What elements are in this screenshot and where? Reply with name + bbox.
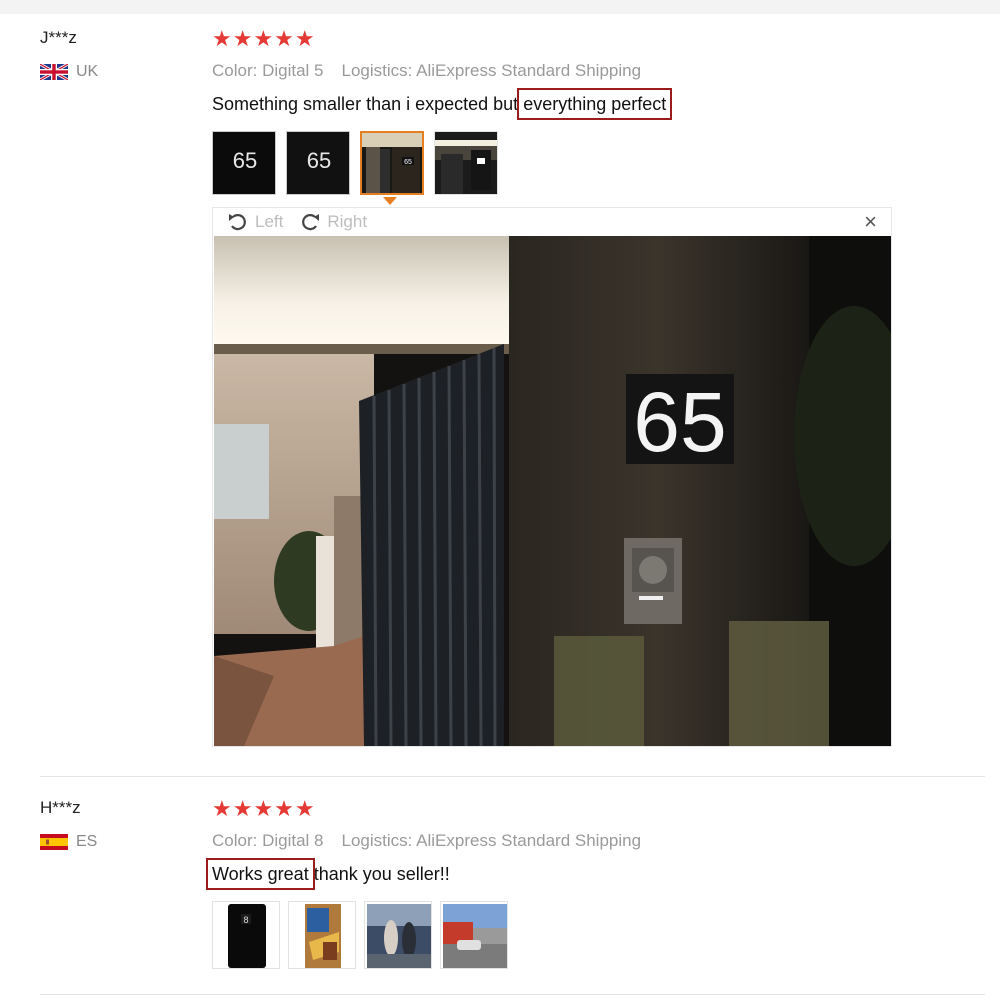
review-text-part: thank you seller!!	[308, 864, 450, 884]
uk-flag-icon	[40, 64, 68, 80]
review-photo-large: 65	[214, 236, 891, 746]
star-rating: ★★★★★	[212, 26, 316, 51]
thumbnail-number: 65	[233, 148, 257, 173]
review-photo-thumbnail[interactable]: 8	[212, 901, 280, 969]
review-meta: Color: Digital 8 Logistics: AliExpress St…	[212, 831, 641, 851]
review-photo-thumbnail[interactable]: 65	[212, 131, 276, 195]
thumbnail-number: 65	[307, 148, 331, 173]
spain-flag-icon	[40, 834, 68, 850]
reviewer-country: ES	[40, 833, 97, 851]
highlighted-phrase: Works great	[206, 858, 315, 890]
country-code: ES	[76, 833, 98, 850]
review-photo-thumbnail[interactable]	[364, 901, 432, 969]
star-rating: ★★★★★	[212, 796, 316, 821]
review-photo-thumbnails: 65 65 65	[212, 131, 498, 195]
top-divider	[0, 0, 1000, 14]
reviewer-name: H***z	[40, 798, 81, 817]
illuminated-house-number: 65	[633, 375, 726, 469]
review-photo-thumbnail[interactable]: 65	[286, 131, 350, 195]
review-text: Works great thank you seller!!	[206, 858, 450, 890]
review-divider	[40, 776, 985, 777]
reviewer-name: J***z	[40, 28, 77, 47]
logistics-info: Logistics: AliExpress Standard Shipping	[341, 61, 642, 80]
review-divider	[40, 994, 985, 995]
close-viewer-button[interactable]: ×	[864, 211, 877, 233]
highlighted-phrase: everything perfect	[517, 88, 673, 120]
country-code: UK	[76, 63, 99, 80]
rotate-right-icon	[302, 214, 320, 231]
reviewer-country: UK	[40, 63, 98, 81]
rotate-right-button[interactable]: Right	[299, 212, 367, 232]
review-photo-thumbnail[interactable]	[288, 901, 356, 969]
logistics-info: Logistics: AliExpress Standard Shipping	[341, 831, 642, 850]
active-thumbnail-caret	[383, 197, 397, 205]
product-color: Color: Digital 8	[212, 831, 324, 850]
review-photo-thumbnails: 8	[212, 901, 508, 969]
rotate-left-label: Left	[255, 212, 284, 231]
rotate-left-button[interactable]: Left	[227, 212, 283, 232]
review-text: Something smaller than i expected but ev…	[212, 88, 673, 120]
product-color: Color: Digital 5	[212, 61, 324, 80]
viewer-toolbar: Left Right ×	[213, 208, 891, 236]
review-photo-thumbnail-active[interactable]: 65	[360, 131, 424, 195]
svg-text:65: 65	[404, 159, 412, 166]
rotate-right-label: Right	[327, 212, 368, 231]
rotate-left-icon	[229, 214, 246, 231]
review-photo-thumbnail[interactable]	[434, 131, 498, 195]
review-photo-thumbnail[interactable]	[440, 901, 508, 969]
review-text-part: Something smaller than i expected but	[212, 94, 524, 114]
thumbnail-number: 8	[243, 915, 248, 925]
review-meta: Color: Digital 5 Logistics: AliExpress St…	[212, 61, 641, 81]
photo-viewer: Left Right × 65	[212, 207, 892, 747]
